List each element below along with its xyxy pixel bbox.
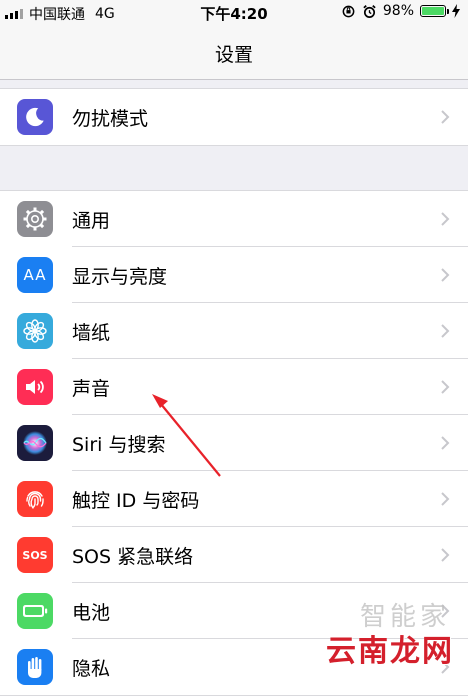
moon-icon [17,99,53,135]
chevron-right-icon [441,492,450,506]
chevron-right-icon [441,380,450,394]
gear-icon [17,201,53,237]
row-label: 勿扰模式 [72,108,149,130]
row-label: 触控 ID 与密码 [72,490,200,512]
battery-fill [422,7,444,15]
speaker-icon [17,369,53,405]
page-title: 设置 [214,44,253,66]
settings-group-focus: 勿扰模式 [0,88,468,146]
hand-icon [17,649,53,685]
orientation-lock-icon [342,5,355,17]
row-label: SOS 紧急联络 [72,546,194,568]
watermark-line-2: 云南龙网 [326,634,454,669]
status-right: 98% [341,3,460,19]
row-label: 通用 [72,210,111,232]
chevron-right-icon [441,110,450,124]
icon-glyph: AA [23,266,47,284]
row-label: 电池 [72,602,111,624]
battery-indicator [420,5,449,17]
sos-icon: SOS [17,537,53,573]
chevron-right-icon [441,548,450,562]
chevron-right-icon [441,436,450,450]
battery-tip [447,9,449,14]
row-wallpaper[interactable]: 墙纸 [0,303,468,359]
annotation-arrow-icon [152,394,221,477]
row-label: 墙纸 [72,322,111,344]
icon-glyph: SOS [22,548,48,562]
alarm-icon [363,4,376,18]
row-siri-search[interactable]: Siri 与搜索 [0,415,468,471]
battery-icon [17,593,53,629]
row-emergency-sos[interactable]: SOS SOS 紧急联络 [0,527,468,583]
siri-icon [17,425,53,461]
fingerprint-icon [17,481,53,517]
charging-bolt-icon [452,4,460,18]
chevron-right-icon [441,212,450,226]
row-label: 隐私 [72,658,111,680]
row-do-not-disturb[interactable]: 勿扰模式 [0,89,468,145]
row-label: 声音 [72,378,111,400]
chevron-right-icon [441,324,450,338]
status-bar: 中国联通 4G 下午4:20 98% [0,0,468,24]
row-label: 显示与亮度 [72,266,168,288]
chevron-right-icon [441,268,450,282]
battery-percentage: 98% [382,3,414,19]
watermark: 智能家 云南龙网 [323,602,458,669]
row-general[interactable]: 通用 [0,191,468,247]
text-size-icon: AA [17,257,53,293]
row-sounds[interactable]: 声音 [0,359,468,415]
navigation-bar: 设置 [0,24,468,80]
flower-icon [17,313,53,349]
row-touch-id-passcode[interactable]: 触控 ID 与密码 [0,471,468,527]
row-display-brightness[interactable]: AA 显示与亮度 [0,247,468,303]
